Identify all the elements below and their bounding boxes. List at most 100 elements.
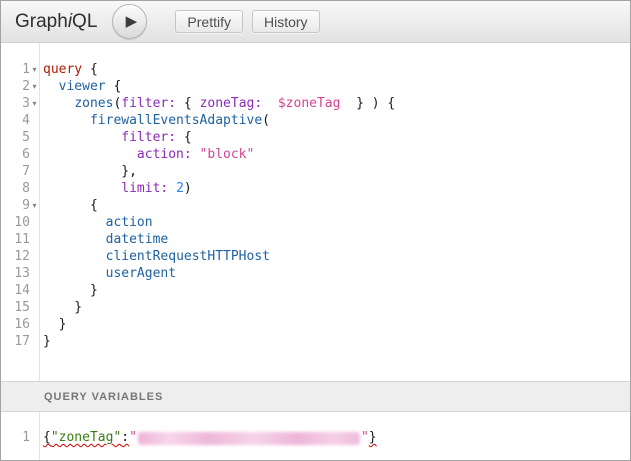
token bbox=[43, 215, 106, 230]
line-number: 1 bbox=[1, 61, 30, 78]
code-text[interactable]: {"zoneTag":""} bbox=[39, 429, 377, 446]
execute-button[interactable]: ▶ bbox=[112, 4, 147, 39]
token: userAgent bbox=[106, 266, 176, 281]
fold-spacer bbox=[30, 112, 39, 129]
token bbox=[43, 96, 74, 111]
token: : bbox=[121, 430, 129, 445]
code-text[interactable]: viewer { bbox=[39, 78, 121, 95]
line-gutter: 12 bbox=[1, 248, 39, 265]
token: { bbox=[43, 198, 98, 213]
variables-editor[interactable]: 1{"zoneTag":""} bbox=[1, 412, 630, 460]
code-text[interactable]: clientRequestHTTPHost bbox=[39, 248, 270, 265]
token bbox=[43, 232, 106, 247]
code-line[interactable]: 12 clientRequestHTTPHost bbox=[1, 248, 630, 265]
token: limit: bbox=[121, 181, 168, 196]
line-gutter: 15 bbox=[1, 299, 39, 316]
line-number: 17 bbox=[1, 333, 30, 350]
line-gutter: 8 bbox=[1, 180, 39, 197]
variables-code-area[interactable]: 1{"zoneTag":""} bbox=[1, 412, 630, 446]
code-line[interactable]: 1▾query { bbox=[1, 61, 630, 78]
token bbox=[168, 181, 176, 196]
line-gutter: 4 bbox=[1, 112, 39, 129]
fold-arrow-icon[interactable]: ▾ bbox=[30, 61, 39, 78]
code-text[interactable]: }, bbox=[39, 163, 137, 180]
history-button[interactable]: History bbox=[252, 10, 320, 33]
query-code-area[interactable]: 1▾query {2▾ viewer {3▾ zones(filter: { z… bbox=[1, 43, 630, 350]
token: firewallEventsAdaptive bbox=[90, 113, 262, 128]
prettify-button[interactable]: Prettify bbox=[175, 10, 243, 33]
code-text[interactable]: datetime bbox=[39, 231, 168, 248]
line-number: 10 bbox=[1, 214, 30, 231]
code-line[interactable]: 10 action bbox=[1, 214, 630, 231]
code-text[interactable]: } bbox=[39, 316, 66, 333]
fold-spacer bbox=[30, 248, 39, 265]
token: ( bbox=[262, 113, 270, 128]
fold-spacer bbox=[30, 299, 39, 316]
graphiql-window: GraphiQL ▶ Prettify History 1▾query {2▾ … bbox=[0, 0, 631, 461]
query-variables-header[interactable]: QUERY VARIABLES bbox=[1, 381, 630, 412]
code-line[interactable]: 14 } bbox=[1, 282, 630, 299]
code-text[interactable]: } bbox=[39, 333, 51, 350]
line-gutter: 5 bbox=[1, 129, 39, 146]
token: { bbox=[43, 430, 51, 445]
line-number: 1 bbox=[1, 429, 30, 446]
code-line[interactable]: 4 firewallEventsAdaptive( bbox=[1, 112, 630, 129]
fold-arrow-icon[interactable]: ▾ bbox=[30, 95, 39, 112]
fold-spacer bbox=[30, 282, 39, 299]
token: action: bbox=[137, 147, 192, 162]
query-editor[interactable]: 1▾query {2▾ viewer {3▾ zones(filter: { z… bbox=[1, 43, 630, 381]
code-line[interactable]: 6 action: "block" bbox=[1, 146, 630, 163]
fold-spacer bbox=[30, 316, 39, 333]
code-text[interactable]: { bbox=[39, 197, 98, 214]
token bbox=[43, 266, 106, 281]
code-line[interactable]: 5 filter: { bbox=[1, 129, 630, 146]
token: ) bbox=[184, 181, 192, 196]
code-line[interactable]: 13 userAgent bbox=[1, 265, 630, 282]
code-line[interactable]: 7 }, bbox=[1, 163, 630, 180]
code-line[interactable]: 16 } bbox=[1, 316, 630, 333]
code-line[interactable]: 11 datetime bbox=[1, 231, 630, 248]
code-text[interactable]: query { bbox=[39, 61, 98, 78]
token: clientRequestHTTPHost bbox=[106, 249, 270, 264]
line-number: 5 bbox=[1, 129, 30, 146]
token: 2 bbox=[176, 181, 184, 196]
token: { bbox=[82, 62, 98, 77]
token bbox=[43, 79, 59, 94]
fold-arrow-icon[interactable]: ▾ bbox=[30, 197, 39, 214]
code-text[interactable]: userAgent bbox=[39, 265, 176, 282]
code-text[interactable]: action: "block" bbox=[39, 146, 254, 163]
token bbox=[192, 147, 200, 162]
code-text[interactable]: } bbox=[39, 282, 98, 299]
fold-spacer bbox=[30, 129, 39, 146]
token: } ) { bbox=[340, 96, 395, 111]
fold-spacer bbox=[30, 163, 39, 180]
token bbox=[43, 249, 106, 264]
code-text[interactable]: action bbox=[39, 214, 153, 231]
code-line[interactable]: 3▾ zones(filter: { zoneTag: $zoneTag } )… bbox=[1, 95, 630, 112]
code-text[interactable]: firewallEventsAdaptive( bbox=[39, 112, 270, 129]
line-number: 14 bbox=[1, 282, 30, 299]
line-number: 4 bbox=[1, 112, 30, 129]
line-gutter: 13 bbox=[1, 265, 39, 282]
token: " bbox=[129, 430, 137, 445]
code-line[interactable]: 8 limit: 2) bbox=[1, 180, 630, 197]
code-text[interactable]: limit: 2) bbox=[39, 180, 192, 197]
fold-arrow-icon[interactable]: ▾ bbox=[30, 78, 39, 95]
code-text[interactable]: zones(filter: { zoneTag: $zoneTag } ) { bbox=[39, 95, 395, 112]
line-gutter: 1▾ bbox=[1, 61, 39, 78]
code-line[interactable]: 15 } bbox=[1, 299, 630, 316]
redacted-value bbox=[138, 432, 360, 445]
token: filter: bbox=[121, 96, 176, 111]
code-text[interactable]: } bbox=[39, 299, 82, 316]
code-line[interactable]: 17} bbox=[1, 333, 630, 350]
code-line[interactable]: 2▾ viewer { bbox=[1, 78, 630, 95]
token: $zoneTag bbox=[278, 96, 341, 111]
code-line[interactable]: 1{"zoneTag":""} bbox=[1, 429, 630, 446]
line-number: 13 bbox=[1, 265, 30, 282]
token: { bbox=[176, 96, 199, 111]
token: } bbox=[369, 430, 377, 445]
code-line[interactable]: 9▾ { bbox=[1, 197, 630, 214]
token: viewer bbox=[59, 79, 106, 94]
toolbar: Prettify History bbox=[175, 10, 319, 33]
code-text[interactable]: filter: { bbox=[39, 129, 192, 146]
